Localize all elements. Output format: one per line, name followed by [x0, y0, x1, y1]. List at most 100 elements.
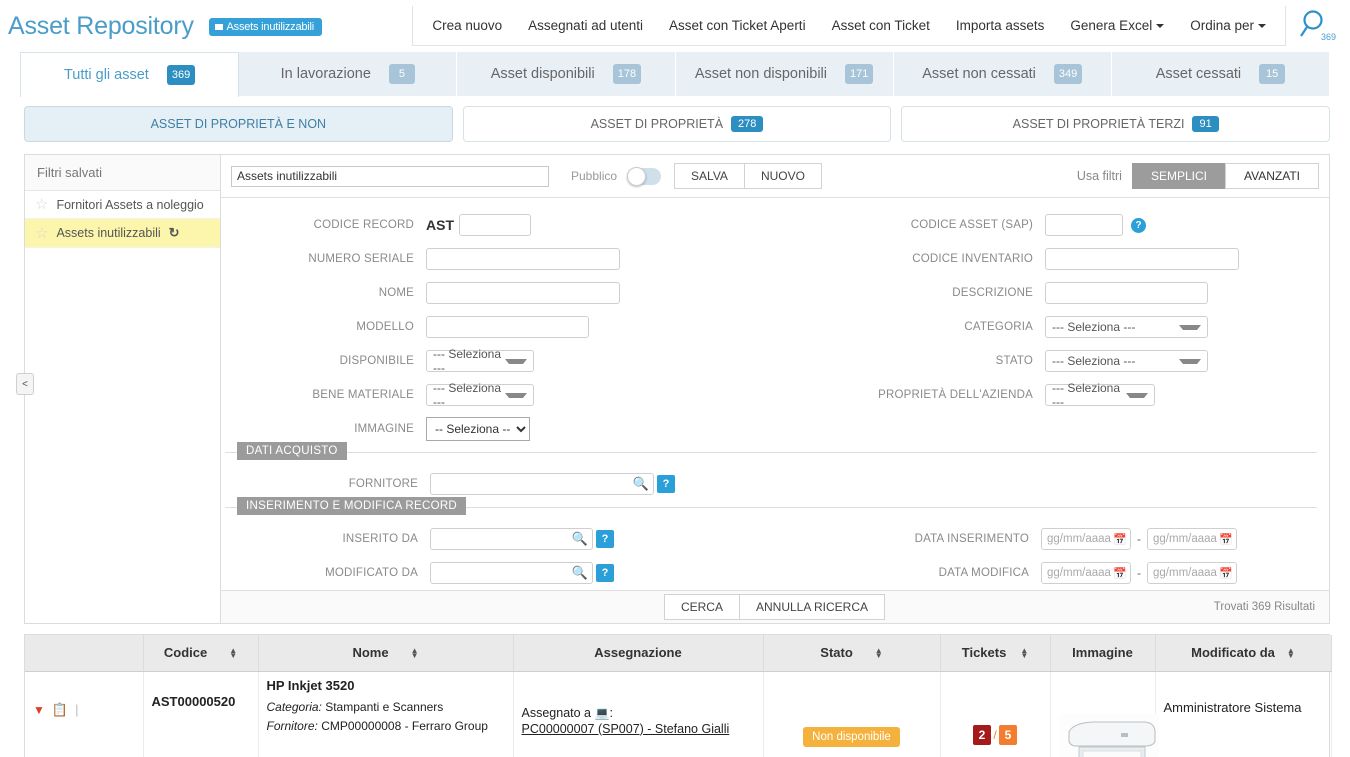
data-modifica-from[interactable]: gg/mm/aaaa 📅: [1041, 562, 1131, 584]
funnel-icon: [214, 23, 223, 39]
tab-asset-cessati[interactable]: Asset cessati 15: [1111, 52, 1331, 96]
column-header-stato[interactable]: Stato ▲ ▼: [763, 635, 941, 672]
filter-mode-semplici[interactable]: SEMPLICI: [1131, 163, 1226, 189]
field-label: DATA MODIFICA: [938, 567, 1029, 579]
search-result-count: 369: [1320, 32, 1336, 42]
calendar-icon[interactable]: 📅: [1113, 533, 1127, 546]
active-filter-label: Assets inutilizzabili: [226, 20, 315, 33]
active-filter-badge[interactable]: Assets inutilizzabili: [208, 17, 323, 39]
nav-importa-assets[interactable]: Importa assets: [943, 7, 1058, 45]
nav-asset-con-ticket-aperti[interactable]: Asset con Ticket Aperti: [656, 7, 819, 45]
immagine-select[interactable]: -- Seleziona --: [426, 417, 530, 441]
subtab-asset-di-proprieta-e-non[interactable]: ASSET DI PROPRIETÀ E NON: [24, 106, 453, 142]
field-immagine: IMMAGINE -- Seleziona --: [221, 412, 775, 446]
column-header-assegnazione: Assegnazione: [513, 635, 764, 672]
fornitore-input[interactable]: [430, 473, 654, 495]
codice-record-input[interactable]: [459, 214, 531, 236]
field-label: CODICE INVENTARIO: [912, 253, 1033, 265]
nav-genera-excel[interactable]: Genera Excel: [1057, 7, 1177, 45]
column-label: Immagine: [1072, 645, 1133, 661]
alert-icon[interactable]: ▼: [33, 703, 45, 717]
sort-icon[interactable]: ▲ ▼: [875, 646, 883, 659]
help-icon[interactable]: ?: [657, 475, 675, 493]
public-toggle[interactable]: [627, 166, 662, 186]
assignment-link[interactable]: PC00000007 (SP007) - Stefano Gialli: [522, 722, 730, 736]
column-header-nome[interactable]: Nome ▲ ▼: [258, 635, 514, 672]
proprieta-azienda-select[interactable]: --- Seleziona ---: [1045, 381, 1155, 409]
field-codice-asset-sap: CODICE ASSET (SAP) ?: [775, 208, 1329, 242]
column-header-modificato-da[interactable]: Modificato da ▲ ▼: [1155, 635, 1332, 672]
descrizione-input[interactable]: [1045, 282, 1208, 304]
subtab-count-badge: 91: [1192, 116, 1219, 132]
filter-actions: SALVA NUOVO: [674, 163, 822, 189]
section-legend: DATI ACQUISTO: [237, 442, 347, 460]
codice-asset-sap-input[interactable]: [1045, 214, 1123, 236]
filter-name-input[interactable]: [231, 165, 549, 187]
field-descrizione: DESCRIZIONE: [775, 276, 1329, 310]
annulla-ricerca-button[interactable]: ANNULLA RICERCA: [738, 594, 886, 620]
cerca-button[interactable]: CERCA: [663, 594, 740, 620]
tab-asset-non-disponibili[interactable]: Asset non disponibili 171: [675, 52, 894, 96]
stato-select[interactable]: --- Seleziona ---: [1045, 350, 1208, 372]
sort-icon[interactable]: ▲ ▼: [1287, 646, 1295, 659]
tickets-open-badge: 2: [972, 724, 992, 745]
filter-mode-avanzati[interactable]: AVANZATI: [1224, 163, 1319, 189]
codice-inventario-input[interactable]: [1045, 248, 1239, 270]
copy-icon[interactable]: 📋: [52, 702, 68, 718]
data-inserimento-from[interactable]: gg/mm/aaaa 📅: [1041, 528, 1131, 550]
help-icon[interactable]: ?: [1131, 217, 1146, 233]
modificato-da-input[interactable]: [430, 562, 593, 584]
field-categoria: CATEGORIA --- Seleziona ---: [775, 310, 1329, 344]
disponibile-select[interactable]: --- Seleziona ---: [426, 347, 534, 375]
column-label: Nome: [352, 645, 389, 661]
collapse-panel-button[interactable]: <: [16, 373, 34, 395]
tab-in-lavorazione[interactable]: In lavorazione 5: [239, 52, 458, 96]
saved-filters-sidebar: Filtri salvati ☆ Fornitori Assets a nole…: [25, 155, 221, 623]
tab-asset-non-cessati[interactable]: Asset non cessati 349: [893, 52, 1112, 96]
column-header-tickets[interactable]: Tickets ▲ ▼: [940, 635, 1051, 672]
sort-icon[interactable]: ▲ ▼: [411, 646, 419, 659]
nav-asset-con-ticket[interactable]: Asset con Ticket: [819, 7, 943, 45]
tab-label: Asset cessati: [1155, 66, 1242, 82]
help-icon[interactable]: ?: [596, 564, 614, 582]
tab-count-badge: 369: [166, 65, 196, 85]
sort-icon[interactable]: ▲ ▼: [229, 646, 237, 659]
sort-icon[interactable]: ▲ ▼: [1020, 646, 1028, 659]
modello-input[interactable]: [426, 316, 589, 338]
subtab-asset-di-proprieta[interactable]: ASSET DI PROPRIETÀ 278: [462, 106, 892, 142]
column-header-codice[interactable]: Codice ▲ ▼: [143, 635, 259, 672]
table-row[interactable]: ▼ 📋 | AST00000520 HP Inkjet 3520 Categor…: [25, 671, 1332, 757]
numero-seriale-input[interactable]: [426, 248, 620, 270]
nav-crea-nuovo[interactable]: Crea nuovo: [419, 7, 515, 45]
cell-nome: HP Inkjet 3520 Categoria: Stampanti e Sc…: [258, 671, 514, 757]
nav-assegnati-ad-utenti[interactable]: Assegnati ad utenti: [515, 7, 656, 45]
categoria-select[interactable]: --- Seleziona ---: [1045, 316, 1208, 338]
saved-filter-item-assets-inutilizzabili[interactable]: ☆ Assets inutilizzabili ↻: [25, 219, 220, 248]
results-count-text: Trovati 369 Risultati: [1213, 601, 1315, 613]
data-inserimento-to[interactable]: gg/mm/aaaa 📅: [1147, 528, 1237, 550]
new-filter-button[interactable]: NUOVO: [743, 163, 822, 189]
saved-filter-item-fornitori-assets-a-noleggio[interactable]: ☆ Fornitori Assets a noleggio: [25, 191, 220, 219]
data-modifica-to[interactable]: gg/mm/aaaa 📅: [1147, 562, 1237, 584]
save-filter-button[interactable]: SALVA: [674, 163, 745, 189]
tab-tutti-gli-asset[interactable]: Tutti gli asset 369: [20, 52, 240, 97]
star-icon[interactable]: ☆: [35, 197, 48, 212]
help-icon[interactable]: ?: [596, 530, 614, 548]
filter-mode-switch: Usa filtri SEMPLICI AVANZATI: [1077, 163, 1319, 189]
bene-materiale-select[interactable]: --- Seleziona ---: [426, 381, 534, 409]
nome-input[interactable]: [426, 282, 620, 304]
asset-thumbnail[interactable]: [1058, 713, 1159, 757]
calendar-icon[interactable]: 📅: [1219, 567, 1233, 580]
cell-stato: Non disponibile: [763, 671, 941, 757]
calendar-icon[interactable]: 📅: [1113, 567, 1127, 580]
inserito-da-input[interactable]: [430, 528, 593, 550]
subtab-asset-di-proprieta-terzi[interactable]: ASSET DI PROPRIETÀ TERZI 91: [901, 106, 1331, 142]
ticket-counts[interactable]: 2 / 5: [972, 724, 1018, 745]
star-icon[interactable]: ☆: [35, 226, 48, 241]
tab-asset-disponibili[interactable]: Asset disponibili 178: [457, 52, 676, 96]
refresh-icon[interactable]: ↻: [169, 225, 180, 241]
calendar-icon[interactable]: 📅: [1219, 533, 1233, 546]
field-modificato-da: MODIFICATO DA 🔍 ?: [225, 556, 771, 590]
search-button[interactable]: 369: [1296, 6, 1336, 46]
nav-ordina-per[interactable]: Ordina per: [1177, 7, 1279, 45]
